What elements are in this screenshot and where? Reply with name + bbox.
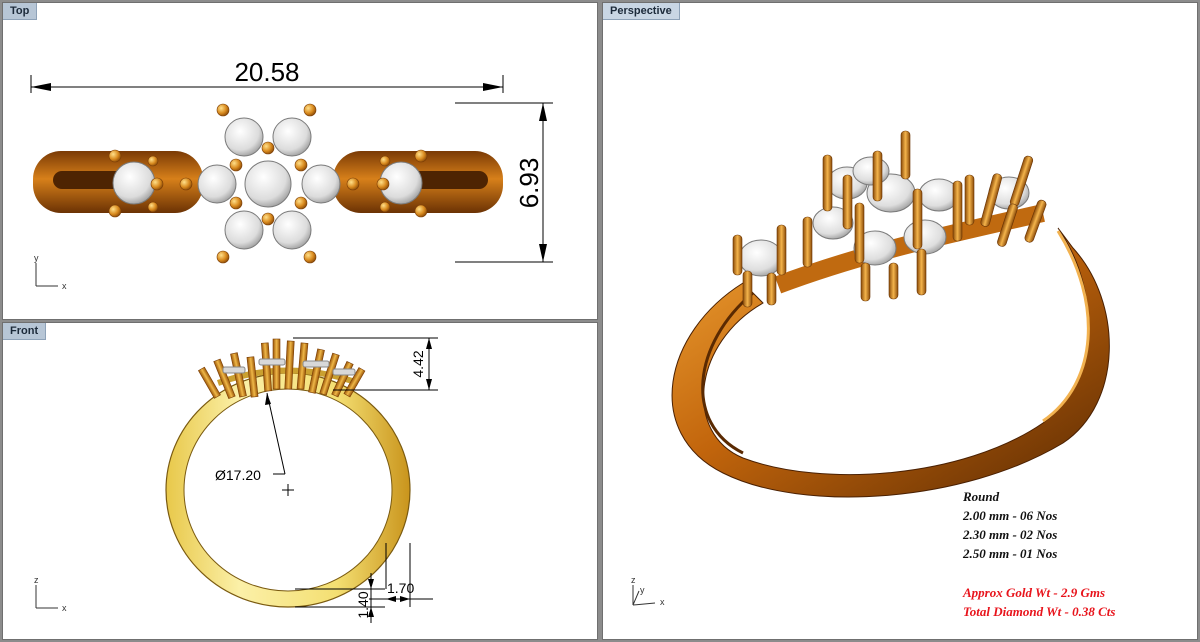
gold-weight: Approx Gold Wt - 2.9 Gms	[963, 585, 1106, 600]
spec-heading: Round	[963, 489, 1000, 504]
dimension-prong-height-label: 4.42	[410, 350, 426, 377]
svg-text:z: z	[34, 575, 39, 585]
tab-perspective-viewport[interactable]: Perspective	[603, 3, 680, 20]
side-stone-left	[112, 161, 156, 205]
tab-front-viewport[interactable]: Front	[3, 323, 47, 340]
spec-line-3: 2.50 mm - 01 Nos	[963, 546, 1058, 561]
diamond-weight: Total Diamond Wt - 0.38 Cts	[963, 604, 1116, 619]
dimension-bottom-b-label: 1.40	[355, 591, 371, 618]
dimension-bottom-a-label: 1.70	[387, 580, 414, 596]
top-viewport[interactable]: 20.58 6.93 y x Top	[2, 2, 598, 320]
svg-text:x: x	[62, 281, 67, 291]
top-view-canvas: 20.58 6.93 y x	[30, 57, 553, 291]
front-view-canvas: 4.42 Ø17.20 1.70 1.40 z x	[34, 337, 438, 623]
spec-line-1: 2.00 mm - 06 Nos	[963, 508, 1058, 523]
svg-text:y: y	[34, 253, 39, 263]
svg-text:x: x	[660, 597, 665, 607]
center-cluster	[197, 117, 341, 250]
dimension-width-label: 20.58	[234, 57, 299, 87]
front-viewport[interactable]: 4.42 Ø17.20 1.70 1.40 z x Front	[2, 322, 598, 640]
axis-widget-top	[35, 263, 58, 287]
diameter-label: Ø17.20	[215, 467, 261, 483]
perspective-view-canvas: z y x	[631, 130, 1110, 607]
svg-text:y: y	[640, 585, 645, 595]
svg-text:x: x	[62, 603, 67, 613]
axis-widget-front	[35, 585, 58, 609]
perspective-viewport[interactable]: z y x Round 2.00 mm - 06 Nos 2.30 mm - 0…	[602, 2, 1198, 640]
svg-text:z: z	[631, 575, 636, 585]
dimension-height-label: 6.93	[514, 158, 544, 209]
tab-top-viewport[interactable]: Top	[3, 3, 38, 20]
spec-line-2: 2.30 mm - 02 Nos	[963, 527, 1058, 542]
